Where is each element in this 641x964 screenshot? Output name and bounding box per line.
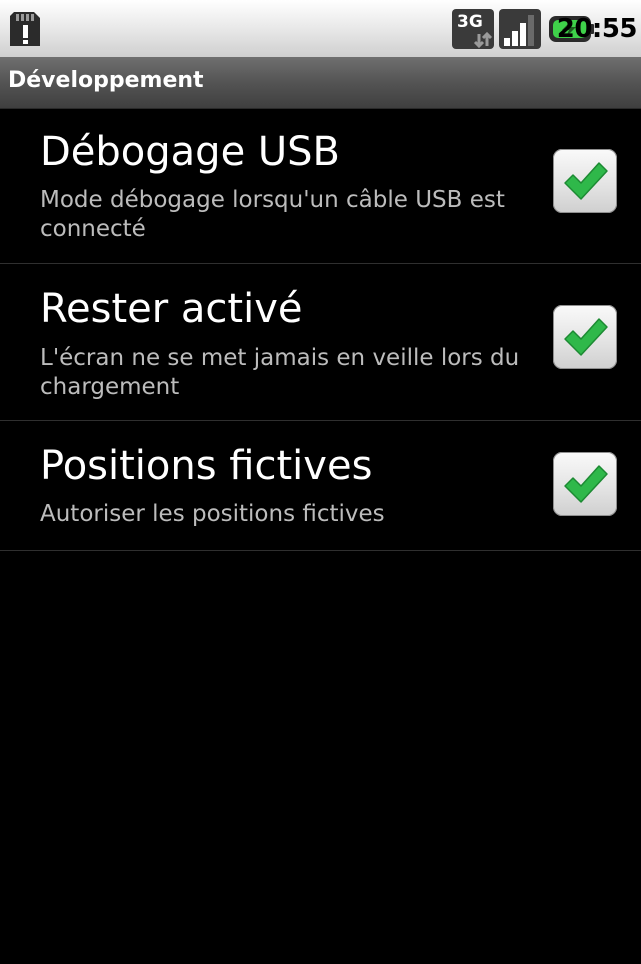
preference-title: Positions fictives [40,443,373,489]
preference-title: Rester activé [40,286,303,332]
network-type-label: 3G [457,12,483,32]
checkmark-icon [564,465,608,503]
preference-title: Débogage USB [40,129,340,175]
checkmark-icon [564,318,608,356]
title-bar: Développement [0,57,641,109]
screen: 3G 20:55 Développement Débogage USB Mode… [0,0,641,964]
signal-strength-icon [498,8,542,50]
preference-summary: L'écran ne se met jamais en veille lors … [40,345,520,400]
stay-awake-checkbox[interactable] [553,305,617,369]
sd-card-warning-icon [8,10,42,48]
preference-summary: Autoriser les positions fictives [40,501,385,527]
preference-item-usb-debugging[interactable]: Débogage USB Mode débogage lorsqu'un câb… [0,109,641,264]
preference-item-mock-locations[interactable]: Positions fictives Autoriser les positio… [0,421,641,551]
checkmark-icon [564,162,608,200]
preference-item-stay-awake[interactable]: Rester activé L'écran ne se met jamais e… [0,264,641,421]
3g-data-icon: 3G [451,8,495,50]
usb-debugging-checkbox[interactable] [553,149,617,213]
preference-summary: Mode débogage lorsqu'un câble USB est co… [40,187,505,242]
page-title: Développement [8,68,204,93]
status-bar: 3G 20:55 [0,0,641,57]
status-clock: 20:55 [556,14,638,44]
preference-list: Débogage USB Mode débogage lorsqu'un câb… [0,109,641,551]
mock-locations-checkbox[interactable] [553,452,617,516]
